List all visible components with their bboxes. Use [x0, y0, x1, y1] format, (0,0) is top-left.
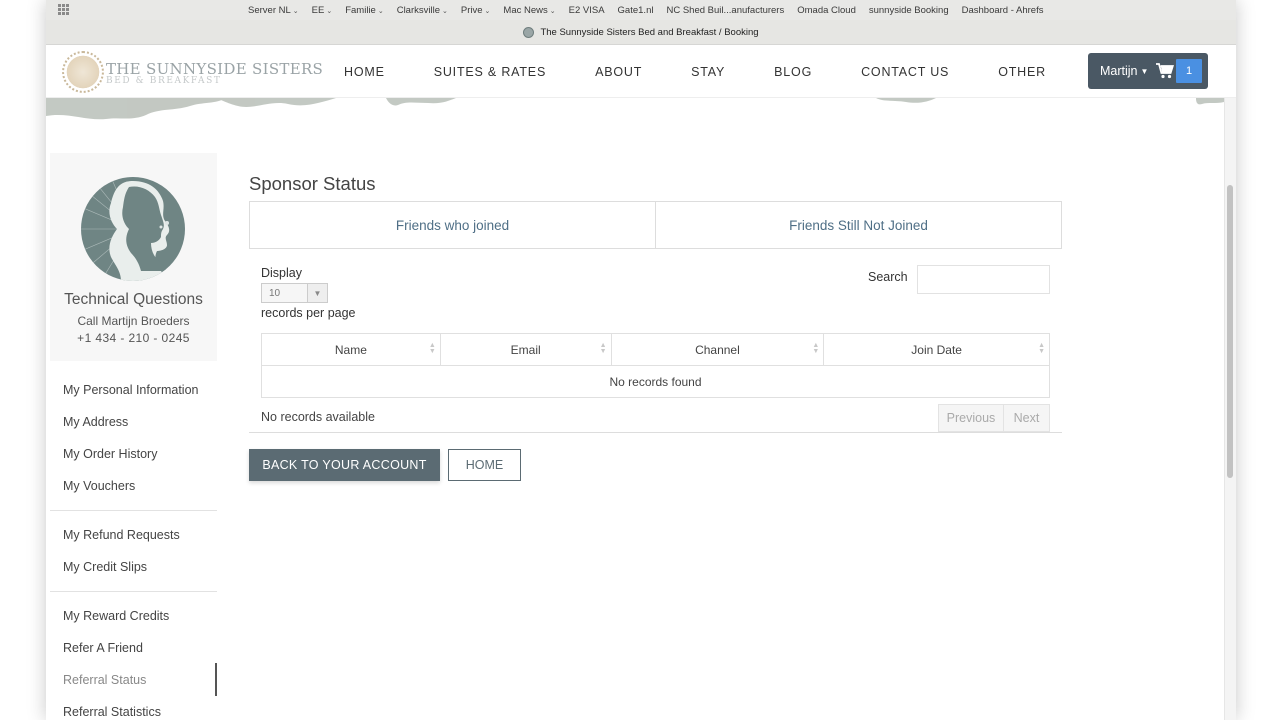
table-row: No records found: [261, 365, 1050, 398]
home-button[interactable]: HOME: [448, 449, 521, 481]
sidebar-item-personal-information[interactable]: My Personal Information: [63, 383, 198, 397]
chevron-down-icon: ⌄: [549, 7, 556, 15]
desktop-background-left: [0, 0, 46, 720]
bookmark-link[interactable]: NC Shed Buil...anufacturers: [666, 5, 784, 16]
site-favicon-icon: [523, 26, 535, 38]
sidebar-divider: [50, 510, 217, 511]
nav-suites-rates[interactable]: SUITES & RATES: [434, 65, 546, 79]
sort-icon: ▲ ▼: [599, 342, 607, 355]
browser-tab[interactable]: The Sunnyside Sisters Bed and Breakfast …: [46, 20, 1236, 45]
sort-icon: ▲ ▼: [812, 342, 820, 355]
bookmark-list: Server NL ⌄ EE ⌄ Familie ⌄ Clarksville ⌄ Pri…: [248, 0, 1056, 20]
sidebar-item-vouchers[interactable]: My Vouchers: [63, 479, 135, 493]
support-phone[interactable]: +1 434 - 210 - 0245: [50, 331, 217, 345]
column-header-name[interactable]: Name ▲ ▼: [261, 333, 441, 366]
sidebar-item-refund-requests[interactable]: My Refund Requests: [63, 528, 180, 542]
site-logo[interactable]: THE SUNNYSIDE SISTERS BED & BREAKFAST: [62, 51, 323, 93]
support-title: Technical Questions: [64, 291, 203, 308]
sidebar-item-credit-slips[interactable]: My Credit Slips: [63, 560, 147, 574]
bookmark-link[interactable]: Gate1.nl: [618, 5, 654, 16]
tab-friends-not-joined[interactable]: Friends Still Not Joined: [655, 202, 1061, 248]
records-per-page-select[interactable]: 10 ▼: [261, 283, 328, 303]
sidebar-item-order-history[interactable]: My Order History: [63, 447, 157, 461]
sort-icon: ▲ ▼: [428, 342, 436, 355]
bookmark-folder[interactable]: Mac News ⌄: [503, 5, 555, 16]
page-title: Sponsor Status: [249, 173, 376, 194]
table-header-row: Name ▲ ▼ Email ▲ ▼ Channel ▲ ▼ Join Date ▲ ▼: [261, 333, 1050, 366]
tab-title: The Sunnyside Sisters Bed and Breakfast …: [540, 26, 759, 38]
table-info: No records available: [261, 410, 375, 424]
nav-blog[interactable]: BLOG: [774, 65, 812, 79]
bookmark-folder[interactable]: Clarksville ⌄: [397, 5, 448, 16]
main-nav: HOME SUITES & RATES ABOUT STAY BLOG CONT…: [344, 45, 1095, 98]
tab-friends-joined[interactable]: Friends who joined: [250, 202, 655, 248]
empty-table-message: No records found: [261, 365, 1050, 398]
apps-grid-icon[interactable]: [58, 4, 69, 15]
bookmark-link[interactable]: Dashboard - Ahrefs: [962, 5, 1044, 16]
bookmark-link[interactable]: E2 VISA: [569, 5, 605, 16]
chevron-down-icon: ⌄: [377, 7, 384, 15]
nav-stay[interactable]: STAY: [691, 65, 725, 79]
nav-about[interactable]: ABOUT: [595, 65, 642, 79]
cart-count-badge[interactable]: 1: [1176, 59, 1202, 83]
bookmarks-bar: Server NL ⌄ EE ⌄ Familie ⌄ Clarksville ⌄ Pri…: [46, 0, 1236, 20]
sort-icon: ▲ ▼: [1038, 342, 1045, 355]
column-header-channel[interactable]: Channel ▲ ▼: [610, 333, 825, 366]
section-divider: [249, 432, 1062, 433]
active-indicator: [215, 663, 217, 696]
column-header-join-date[interactable]: Join Date ▲ ▼: [823, 333, 1050, 366]
support-card: Technical Questions Call Martijn Broeder…: [50, 153, 217, 361]
support-call-text: Call Martijn Broeders: [77, 314, 190, 328]
sidebar-divider: [50, 591, 217, 592]
chevron-down-icon: ⌄: [326, 7, 333, 15]
logo-subtitle: BED & BREAKFAST: [106, 76, 222, 86]
display-label: Display: [261, 266, 302, 280]
site-header: THE SUNNYSIDE SISTERS BED & BREAKFAST HO…: [46, 45, 1236, 98]
back-to-account-button[interactable]: BACK TO YOUR ACCOUNT: [249, 449, 440, 481]
account-name: Martijn: [1100, 64, 1138, 78]
decorative-foliage: [46, 98, 1224, 120]
records-per-page-value: 10: [269, 287, 281, 299]
shopping-cart-icon[interactable]: [1156, 63, 1175, 79]
bookmark-folder[interactable]: Server NL ⌄: [248, 5, 299, 16]
account-menu-button[interactable]: Martijn ▼ 1: [1088, 53, 1208, 89]
desktop-background-right: [1236, 0, 1280, 720]
logo-emblem-icon: [62, 51, 104, 93]
sidebar-item-reward-credits[interactable]: My Reward Credits: [63, 609, 169, 623]
chevron-down-icon: ⌄: [442, 7, 448, 15]
sidebar-item-referral-status[interactable]: Referral Status: [63, 673, 146, 687]
referral-table: Name ▲ ▼ Email ▲ ▼ Channel ▲ ▼ Join Date ▲ ▼ No …: [261, 333, 1050, 398]
search-label: Search: [868, 270, 908, 284]
pagination-previous-button[interactable]: Previous: [938, 404, 1004, 432]
records-per-page-label: records per page: [261, 306, 356, 320]
pagination: Previous Next: [938, 404, 1050, 432]
nav-home[interactable]: HOME: [344, 65, 385, 79]
chevron-down-icon: ⌄: [484, 7, 491, 15]
sidebar-item-refer-a-friend[interactable]: Refer A Friend: [63, 641, 143, 655]
sidebar-item-address[interactable]: My Address: [63, 415, 128, 429]
account-sidebar: Technical Questions Call Martijn Broeder…: [50, 153, 217, 720]
bookmark-folder[interactable]: EE ⌄: [312, 5, 333, 16]
chevron-down-icon: ⌄: [292, 7, 299, 15]
avatar: [81, 177, 185, 281]
bookmark-link[interactable]: sunnyside Booking: [869, 5, 949, 16]
bookmark-folder[interactable]: Familie ⌄: [345, 5, 384, 16]
column-header-email[interactable]: Email ▲ ▼: [439, 333, 612, 366]
caret-down-icon: ▼: [1140, 66, 1149, 76]
chevron-down-icon: ▼: [307, 284, 327, 302]
nav-contact-us[interactable]: CONTACT US: [861, 65, 949, 79]
browser-window: Server NL ⌄ EE ⌄ Familie ⌄ Clarksville ⌄ Pri…: [46, 0, 1236, 720]
scrollbar-thumb[interactable]: [1227, 185, 1233, 478]
referral-tabs: Friends who joined Friends Still Not Joi…: [249, 201, 1062, 249]
nav-other[interactable]: OTHER: [998, 65, 1046, 79]
bookmark-folder[interactable]: Prive ⌄: [461, 5, 491, 16]
bookmark-link[interactable]: Omada Cloud: [797, 5, 856, 16]
sidebar-item-referral-statistics[interactable]: Referral Statistics: [63, 705, 161, 719]
search-input[interactable]: [917, 265, 1050, 294]
pagination-next-button[interactable]: Next: [1004, 404, 1050, 432]
